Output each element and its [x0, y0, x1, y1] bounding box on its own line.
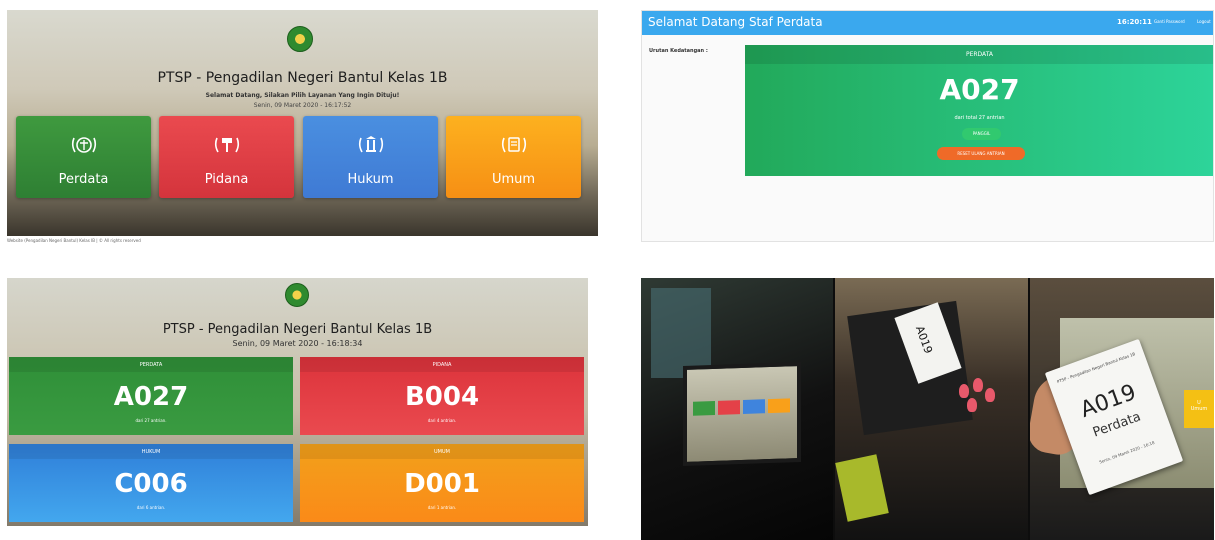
staff-screen: Selamat Datang Staf Perdata 16:20:11 Gan… [641, 10, 1214, 242]
queue-card-label: PIDANA [300, 357, 584, 372]
service-button-perdata[interactable]: Perdata [16, 116, 151, 198]
display-title: PTSP - Pengadilan Negeri Bantul Kelas 1B [162, 322, 433, 337]
photo-hand-ticket: U Umum PTSP - Pengadilan Negeri Bantul Ke… [1030, 278, 1214, 540]
photo-mini-tile [768, 398, 790, 414]
kiosk-footer: Website (Pengadilan Negeri Bantul) Kelas… [7, 238, 141, 243]
queue-card-count: dari 4 antrian. [427, 418, 457, 423]
kiosk-photos: A019 U Umum PTSP - Pengadilan Negeri Bant… [641, 278, 1214, 540]
kiosk-screen: PTSP - Pengadilan Negeri Bantul Kelas 1B… [7, 10, 598, 236]
queue-card-hukum: HUKUM C006 dari 6 antrian. [9, 444, 293, 522]
queue-order-label: Urutan Kedatangan : [649, 48, 708, 54]
service-button-hukum[interactable]: Hukum [303, 116, 438, 198]
court-logo-icon [285, 283, 309, 307]
queue-card-count: dari 1 antrian. [427, 505, 457, 510]
staff-clock: 16:20:11 [1117, 18, 1152, 26]
kiosk-datetime: Senin, 09 Maret 2020 - 16:17:52 [253, 102, 352, 109]
photo-kiosk-terminal [641, 278, 833, 540]
photo-flowers [955, 378, 1005, 438]
service-label: Hukum [347, 172, 394, 187]
photo-mini-tile [718, 400, 740, 415]
kiosk-subtitle: Selamat Datang, Silakan Pilih Layanan Ya… [205, 92, 400, 99]
staff-header-bar: Selamat Datang Staf Perdata 16:20:11 Gan… [642, 11, 1213, 35]
staff-header-title: Selamat Datang Staf Perdata [648, 15, 823, 29]
change-password-link[interactable]: Ganti Password [1154, 19, 1185, 24]
gavel-icon [214, 137, 239, 153]
scales-icon [71, 137, 96, 153]
queue-card-number: A027 [113, 382, 189, 412]
current-queue-number: A027 [939, 73, 1020, 106]
logout-link[interactable]: Logout [1197, 19, 1211, 24]
photo-mini-tile [693, 400, 715, 416]
queue-card-label: UMUM [300, 444, 584, 459]
court-logo-icon [287, 26, 313, 52]
tile-label: Umum [1190, 406, 1208, 412]
queue-card-number: C006 [114, 469, 188, 499]
printed-ticket-number: A019 [912, 324, 935, 356]
staff-queue-panel: PERDATA A027 dari total 27 antrian PANGG… [745, 45, 1213, 176]
panel-header: PERDATA [745, 45, 1213, 64]
queue-display-screen: PTSP - Pengadilan Negeri Bantul Kelas 1B… [7, 278, 588, 540]
book-icon [501, 137, 526, 153]
queue-card-umum: UMUM D001 dari 1 antrian. [300, 444, 584, 522]
photo-ticket-printer: A019 [835, 278, 1028, 540]
queue-count-text: dari total 27 antrian [954, 115, 1005, 121]
service-button-pidana[interactable]: Pidana [159, 116, 294, 198]
service-label: Pidana [204, 172, 249, 187]
photo-screen-edge [835, 454, 889, 522]
display-datetime: Senin, 09 Maret 2020 - 16:18:34 [232, 339, 363, 348]
queue-card-pidana: PIDANA B004 dari 4 antrian. [300, 357, 584, 435]
service-label: Perdata [58, 172, 109, 187]
call-button[interactable]: PANGGIL [962, 128, 1001, 140]
photo-mini-tile [743, 399, 765, 414]
queue-card-perdata: PERDATA A027 dari 27 antrian. [9, 357, 293, 435]
pillar-icon [358, 136, 383, 153]
queue-card-number: B004 [404, 382, 480, 412]
kiosk-title: PTSP - Pengadilan Negeri Bantul Kelas 1B [157, 70, 448, 86]
queue-card-label: PERDATA [9, 357, 293, 372]
service-button-umum[interactable]: Umum [446, 116, 581, 198]
reset-queue-button[interactable]: RESET ULANG ANTRIAN [937, 147, 1025, 160]
photo-umum-tile: U Umum [1184, 390, 1214, 428]
queue-card-count: dari 27 antrian. [135, 418, 167, 423]
service-label: Umum [491, 172, 536, 187]
queue-card-count: dari 6 antrian. [136, 505, 166, 510]
queue-card-number: D001 [404, 469, 480, 499]
queue-card-label: HUKUM [9, 444, 293, 459]
photo-kiosk-screen [683, 361, 801, 467]
display-bottom-strip [7, 526, 588, 540]
